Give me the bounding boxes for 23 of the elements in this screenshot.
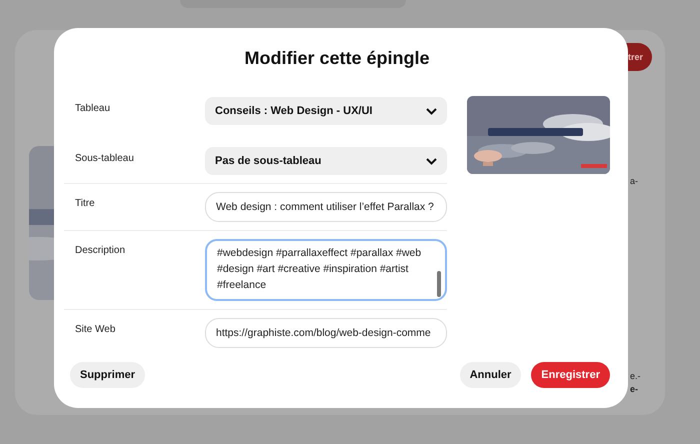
board-select[interactable]: Conseils : Web Design - UX/UI	[205, 97, 447, 125]
input-field[interactable]: https://graphiste.com/blog/web-design-comme	[205, 318, 447, 348]
field-label: Sous-tableau	[74, 152, 135, 164]
description-field[interactable]: #webdesign #parrallaxeffect #parallax #web #design #art #creative #inspiration #artist #freelance	[205, 239, 447, 301]
action-button[interactable]: Supprimer	[70, 362, 146, 388]
input-field[interactable]: Web design : comment utiliser l’effet Parallax ?	[205, 192, 447, 222]
field-label: Site Web	[74, 323, 116, 335]
field-label: Tableau	[74, 102, 112, 114]
description-text: #webdesign #parrallaxeffect #parallax #web #design #art #creative #inspiration #artist #freelance	[217, 246, 422, 293]
select-value: Pas de sous-tableau	[215, 155, 322, 167]
chevron-down-icon	[426, 158, 437, 164]
select-value: Conseils : Web Design - UX/UI	[215, 105, 372, 117]
save-button[interactable]: Enregistrer	[531, 362, 610, 388]
text-fragment: e-	[630, 384, 638, 394]
dialog-title: Modifier cette épingle	[243, 48, 431, 69]
text-fragment: e.-	[630, 371, 641, 381]
board-select[interactable]: Pas de sous-tableau	[205, 147, 447, 175]
field-label: Titre	[74, 197, 96, 209]
field-label: Description	[74, 244, 126, 256]
action-button[interactable]: Annuler	[460, 362, 522, 388]
scrollbar-thumb[interactable]	[437, 271, 441, 297]
chevron-down-icon	[426, 108, 437, 114]
text-fragment: a-	[630, 176, 638, 186]
